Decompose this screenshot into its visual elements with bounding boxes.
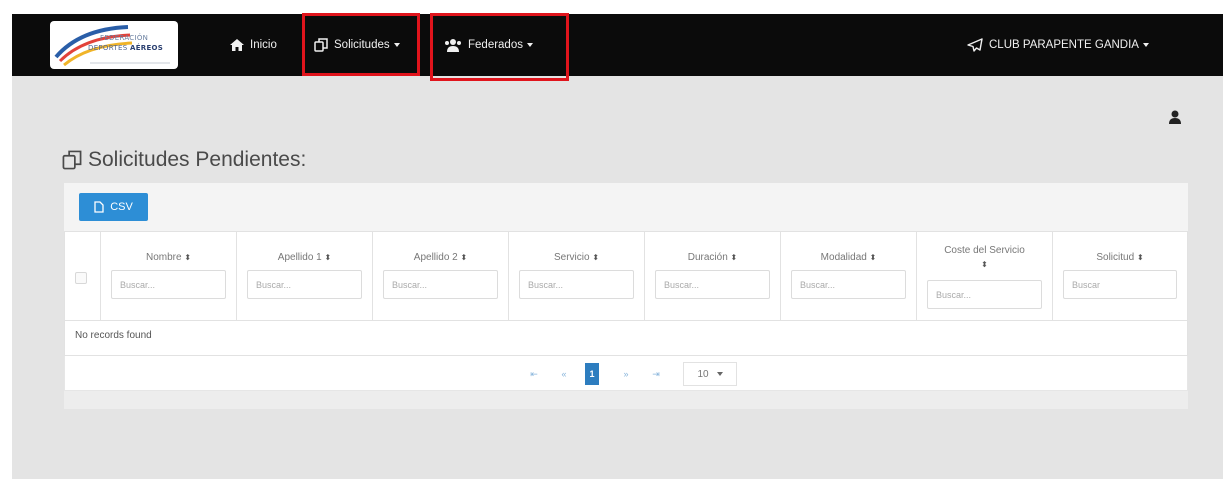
app-frame: FEDERACIÓN DEPORTES AÉREOS Inicio Solici…	[12, 13, 1223, 479]
sort-icon: ⬍	[1136, 253, 1144, 262]
paper-plane-icon	[967, 38, 983, 52]
column-header[interactable]: Apellido 2 ⬍	[373, 232, 509, 320]
page-size-select[interactable]: 10	[683, 362, 737, 386]
sort-icon: ⬍	[869, 253, 877, 262]
select-all-checkbox[interactable]	[75, 272, 87, 284]
csv-button-label: CSV	[110, 201, 133, 213]
column-header[interactable]: Duración ⬍	[645, 232, 781, 320]
nav-inicio[interactable]: Inicio	[230, 14, 277, 76]
column-filter-input[interactable]	[519, 270, 634, 299]
column-label: Apellido 1	[277, 252, 322, 263]
column-header[interactable]: Apellido 1 ⬍	[237, 232, 373, 320]
column-filter-input[interactable]	[111, 270, 226, 299]
column-label: Apellido 2	[413, 252, 458, 263]
sort-icon: ⬍	[324, 253, 332, 262]
column-header[interactable]: Modalidad ⬍	[781, 232, 917, 320]
select-all-column	[65, 232, 101, 320]
column-header[interactable]: Nombre ⬍	[101, 232, 237, 320]
sort-icon: ⬍	[184, 253, 192, 262]
next-page-button[interactable]: »	[619, 363, 633, 385]
column-header[interactable]: Coste del Servicio ⬍	[917, 232, 1053, 320]
nav-inicio-label: Inicio	[250, 39, 277, 51]
sort-icon: ⬍	[460, 253, 468, 262]
column-filter-input[interactable]	[927, 280, 1042, 309]
last-page-button[interactable]: ⇥	[649, 363, 663, 385]
requests-panel: CSV Nombre ⬍ Apellido 1 ⬍ Apellido 2 ⬍ S…	[64, 183, 1188, 409]
column-filter-input[interactable]	[1063, 270, 1177, 299]
logo-line-2: DEPORTES AÉREOS	[88, 44, 164, 52]
page-title-text: Solicitudes Pendientes:	[88, 148, 307, 171]
column-filter-input[interactable]	[791, 270, 906, 299]
column-label: Duración	[687, 252, 728, 263]
user-icon[interactable]	[1168, 109, 1182, 128]
club-name-label: CLUB PARAPENTE GANDIA	[989, 39, 1139, 51]
file-icon	[94, 201, 104, 213]
federation-logo[interactable]: FEDERACIÓN DEPORTES AÉREOS	[50, 21, 178, 69]
column-header[interactable]: Solicitud ⬍	[1053, 232, 1187, 320]
column-filter-input[interactable]	[247, 270, 362, 299]
column-label: Servicio	[553, 252, 590, 263]
column-header[interactable]: Servicio ⬍	[509, 232, 645, 320]
table-divider	[65, 320, 1187, 321]
column-label: Coste del Servicio	[944, 245, 1025, 256]
highlight-box-solicitudes	[302, 13, 420, 76]
chevron-down-icon	[716, 372, 723, 376]
nav-club-menu[interactable]: CLUB PARAPENTE GANDIA	[967, 14, 1149, 76]
sort-icon: ⬍	[981, 260, 988, 269]
column-label: Solicitud	[1096, 252, 1135, 263]
copy-icon	[62, 150, 82, 170]
column-label: Nombre	[145, 252, 182, 263]
chevron-down-icon	[1142, 43, 1149, 47]
page-button-1[interactable]: 1	[585, 363, 599, 385]
logo-line-1: FEDERACIÓN	[100, 34, 149, 42]
home-icon	[230, 39, 244, 51]
highlight-box-federados	[430, 13, 569, 81]
requests-table: Nombre ⬍ Apellido 1 ⬍ Apellido 2 ⬍ Servi…	[64, 231, 1188, 356]
panel-footer	[64, 391, 1188, 409]
page-size-value: 10	[697, 368, 709, 380]
first-page-button[interactable]: ⇤	[527, 363, 541, 385]
page-title: Solicitudes Pendientes:	[62, 146, 306, 174]
previous-page-button[interactable]: «	[557, 363, 571, 385]
sort-icon: ⬍	[730, 253, 738, 262]
column-filter-input[interactable]	[383, 270, 498, 299]
sort-icon: ⬍	[592, 253, 600, 262]
csv-export-button[interactable]: CSV	[79, 193, 148, 221]
column-filter-input[interactable]	[655, 270, 770, 299]
column-label: Modalidad	[820, 252, 867, 263]
top-navbar: FEDERACIÓN DEPORTES AÉREOS Inicio Solici…	[12, 14, 1223, 76]
empty-table-message: No records found	[75, 330, 152, 341]
pagination-bar: ⇤ « 1 » ⇥ 10	[64, 356, 1188, 391]
